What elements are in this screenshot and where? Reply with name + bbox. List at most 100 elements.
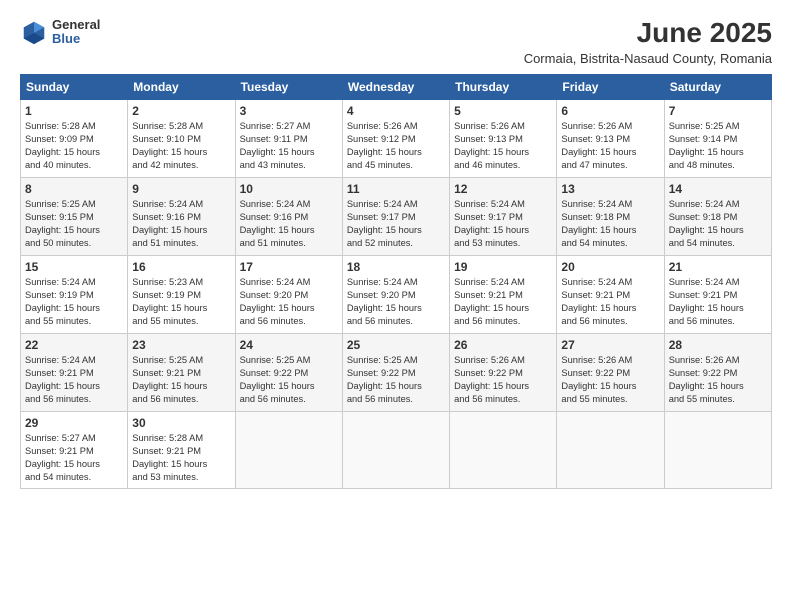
cell-info: Sunrise: 5:24 AM Sunset: 9:16 PM Dayligh… [240,198,338,250]
day-number: 8 [25,182,123,196]
col-wednesday: Wednesday [342,74,449,99]
day-number: 15 [25,260,123,274]
table-row: 22Sunrise: 5:24 AM Sunset: 9:21 PM Dayli… [21,333,128,411]
table-row: 30Sunrise: 5:28 AM Sunset: 9:21 PM Dayli… [128,411,235,488]
day-number: 24 [240,338,338,352]
cell-info: Sunrise: 5:24 AM Sunset: 9:18 PM Dayligh… [561,198,659,250]
col-tuesday: Tuesday [235,74,342,99]
table-row: 11 Sunrise: 5:24 AM Sunset: 9:17 PM Dayli… [342,177,449,255]
table-row: 9 Sunrise: 5:24 AM Sunset: 9:16 PM Daylig… [128,177,235,255]
day-number: 14 [669,182,767,196]
logo-icon [20,18,48,46]
day-number: 29 [25,416,123,430]
logo-blue: Blue [52,32,100,46]
logo-text: General Blue [52,18,100,47]
cell-info: Sunrise: 5:24 AM Sunset: 9:21 PM Dayligh… [669,276,767,328]
table-row: 15 Sunrise: 5:24 AM Sunset: 9:19 PM Dayli… [21,255,128,333]
day-number: 12 [454,182,552,196]
cell-info: Sunrise: 5:28 AM Sunset: 9:09 PM Dayligh… [25,120,123,172]
cell-info: Sunrise: 5:25 AM Sunset: 9:21 PM Dayligh… [132,354,230,406]
cell-info: Sunrise: 5:24 AM Sunset: 9:21 PM Dayligh… [25,354,123,406]
table-row: 7Sunrise: 5:25 AM Sunset: 9:14 PM Daylig… [664,99,771,177]
col-thursday: Thursday [450,74,557,99]
calendar-week-row: 8 Sunrise: 5:25 AM Sunset: 9:15 PM Daylig… [21,177,772,255]
title-area: June 2025 Cormaia, Bistrita-Nasaud Count… [524,18,772,66]
table-row: 20 Sunrise: 5:24 AM Sunset: 9:21 PM Dayli… [557,255,664,333]
col-sunday: Sunday [21,74,128,99]
cell-info: Sunrise: 5:26 AM Sunset: 9:13 PM Dayligh… [454,120,552,172]
cell-info: Sunrise: 5:26 AM Sunset: 9:22 PM Dayligh… [669,354,767,406]
table-row: 5Sunrise: 5:26 AM Sunset: 9:13 PM Daylig… [450,99,557,177]
day-number: 19 [454,260,552,274]
cell-info: Sunrise: 5:24 AM Sunset: 9:17 PM Dayligh… [454,198,552,250]
table-row: 13 Sunrise: 5:24 AM Sunset: 9:18 PM Dayli… [557,177,664,255]
day-number: 25 [347,338,445,352]
day-number: 23 [132,338,230,352]
day-number: 16 [132,260,230,274]
calendar-table: Sunday Monday Tuesday Wednesday Thursday… [20,74,772,489]
table-row: 6 Sunrise: 5:26 AM Sunset: 9:13 PM Daylig… [557,99,664,177]
page: General Blue June 2025 Cormaia, Bistrita… [0,0,792,612]
header: General Blue June 2025 Cormaia, Bistrita… [20,18,772,66]
day-number: 13 [561,182,659,196]
table-row [235,411,342,488]
table-row: 21 Sunrise: 5:24 AM Sunset: 9:21 PM Dayli… [664,255,771,333]
day-number: 27 [561,338,659,352]
table-row [664,411,771,488]
day-number: 9 [132,182,230,196]
table-row: 17Sunrise: 5:24 AM Sunset: 9:20 PM Dayli… [235,255,342,333]
day-number: 4 [347,104,445,118]
table-row: 2Sunrise: 5:28 AM Sunset: 9:10 PM Daylig… [128,99,235,177]
cell-info: Sunrise: 5:24 AM Sunset: 9:20 PM Dayligh… [347,276,445,328]
cell-info: Sunrise: 5:25 AM Sunset: 9:14 PM Dayligh… [669,120,767,172]
table-row [450,411,557,488]
location: Cormaia, Bistrita-Nasaud County, Romania [524,51,772,66]
table-row: 16 Sunrise: 5:23 AM Sunset: 9:19 PM Dayli… [128,255,235,333]
cell-info: Sunrise: 5:28 AM Sunset: 9:21 PM Dayligh… [132,432,230,484]
logo-general: General [52,18,100,32]
table-row: 3Sunrise: 5:27 AM Sunset: 9:11 PM Daylig… [235,99,342,177]
table-row [342,411,449,488]
table-row: 4 Sunrise: 5:26 AM Sunset: 9:12 PM Daylig… [342,99,449,177]
col-monday: Monday [128,74,235,99]
cell-info: Sunrise: 5:28 AM Sunset: 9:10 PM Dayligh… [132,120,230,172]
table-row: 23 Sunrise: 5:25 AM Sunset: 9:21 PM Dayli… [128,333,235,411]
col-friday: Friday [557,74,664,99]
day-number: 6 [561,104,659,118]
calendar-week-row: 1Sunrise: 5:28 AM Sunset: 9:09 PM Daylig… [21,99,772,177]
day-number: 28 [669,338,767,352]
cell-info: Sunrise: 5:24 AM Sunset: 9:16 PM Dayligh… [132,198,230,250]
cell-info: Sunrise: 5:24 AM Sunset: 9:21 PM Dayligh… [454,276,552,328]
cell-info: Sunrise: 5:24 AM Sunset: 9:21 PM Dayligh… [561,276,659,328]
col-saturday: Saturday [664,74,771,99]
cell-info: Sunrise: 5:26 AM Sunset: 9:12 PM Dayligh… [347,120,445,172]
cell-info: Sunrise: 5:24 AM Sunset: 9:19 PM Dayligh… [25,276,123,328]
calendar-week-row: 15 Sunrise: 5:24 AM Sunset: 9:19 PM Dayli… [21,255,772,333]
table-row: 1Sunrise: 5:28 AM Sunset: 9:09 PM Daylig… [21,99,128,177]
cell-info: Sunrise: 5:25 AM Sunset: 9:15 PM Dayligh… [25,198,123,250]
day-number: 21 [669,260,767,274]
table-row: 25 Sunrise: 5:25 AM Sunset: 9:22 PM Dayli… [342,333,449,411]
cell-info: Sunrise: 5:25 AM Sunset: 9:22 PM Dayligh… [347,354,445,406]
day-number: 17 [240,260,338,274]
table-row: 28 Sunrise: 5:26 AM Sunset: 9:22 PM Dayli… [664,333,771,411]
day-number: 10 [240,182,338,196]
cell-info: Sunrise: 5:25 AM Sunset: 9:22 PM Dayligh… [240,354,338,406]
table-row [557,411,664,488]
cell-info: Sunrise: 5:26 AM Sunset: 9:22 PM Dayligh… [561,354,659,406]
day-number: 20 [561,260,659,274]
table-row: 12 Sunrise: 5:24 AM Sunset: 9:17 PM Dayli… [450,177,557,255]
table-row: 27 Sunrise: 5:26 AM Sunset: 9:22 PM Dayli… [557,333,664,411]
table-row: 18Sunrise: 5:24 AM Sunset: 9:20 PM Dayli… [342,255,449,333]
table-row: 26Sunrise: 5:26 AM Sunset: 9:22 PM Dayli… [450,333,557,411]
table-row: 14Sunrise: 5:24 AM Sunset: 9:18 PM Dayli… [664,177,771,255]
cell-info: Sunrise: 5:24 AM Sunset: 9:17 PM Dayligh… [347,198,445,250]
table-row: 19 Sunrise: 5:24 AM Sunset: 9:21 PM Dayli… [450,255,557,333]
cell-info: Sunrise: 5:26 AM Sunset: 9:13 PM Dayligh… [561,120,659,172]
calendar-week-row: 29 Sunrise: 5:27 AM Sunset: 9:21 PM Dayli… [21,411,772,488]
cell-info: Sunrise: 5:27 AM Sunset: 9:21 PM Dayligh… [25,432,123,484]
cell-info: Sunrise: 5:23 AM Sunset: 9:19 PM Dayligh… [132,276,230,328]
month-title: June 2025 [524,18,772,49]
table-row: 10 Sunrise: 5:24 AM Sunset: 9:16 PM Dayli… [235,177,342,255]
day-number: 11 [347,182,445,196]
